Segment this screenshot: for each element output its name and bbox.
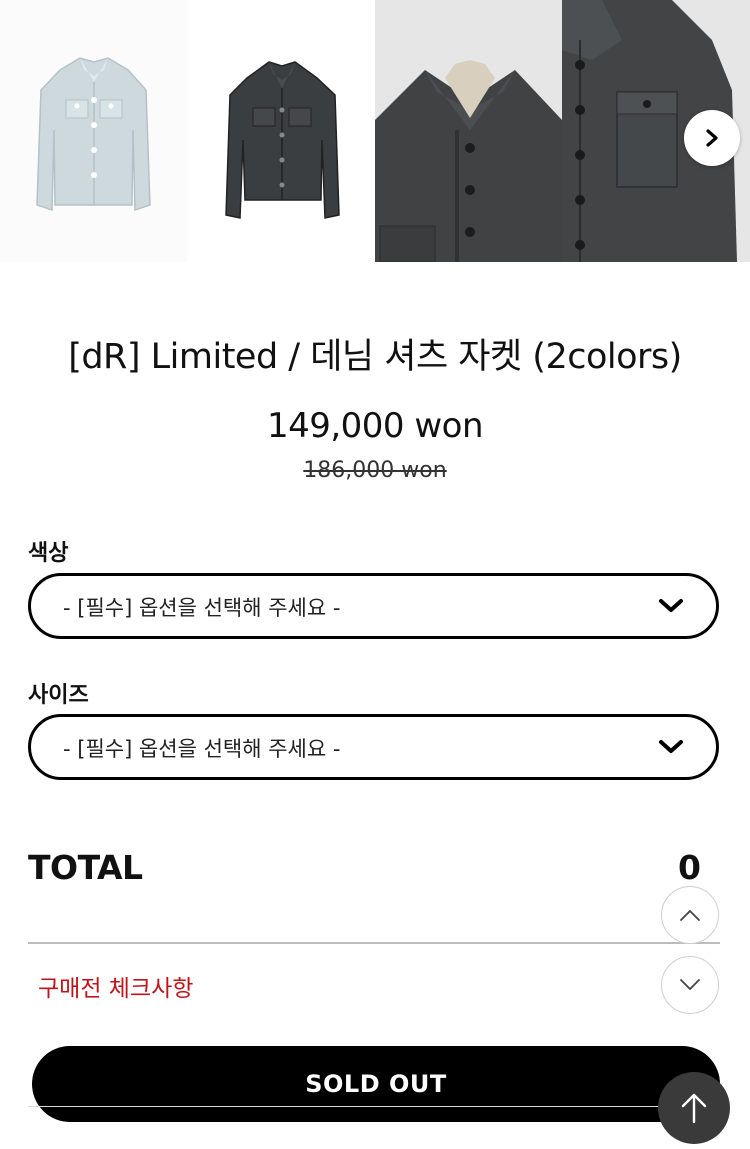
color-select-value: - [필수] 옵션을 선택해 주세요 - <box>63 596 341 620</box>
color-select[interactable]: - [필수] 옵션을 선택해 주세요 - <box>28 573 719 639</box>
arrow-up-icon <box>681 1093 707 1124</box>
scroll-up-button[interactable] <box>661 886 719 944</box>
gallery-image-charcoal-jacket-front[interactable] <box>187 0 375 262</box>
chevron-down-icon <box>680 979 700 990</box>
chevron-down-icon <box>659 740 683 753</box>
bottom-divider <box>28 1106 720 1107</box>
gallery-image-collar-detail[interactable] <box>375 0 562 262</box>
original-price: 186,000 won <box>303 458 447 483</box>
product-price: 149,000 won <box>266 406 484 446</box>
chevron-right-icon <box>706 129 718 147</box>
scroll-to-top-button[interactable] <box>658 1072 730 1144</box>
gallery-next-button[interactable] <box>684 110 740 166</box>
divider <box>28 942 720 944</box>
sold-out-button[interactable]: SOLD OUT <box>32 1046 720 1122</box>
option-label-size: 사이즈 <box>28 683 89 708</box>
size-select-value: - [필수] 옵션을 선택해 주세요 - <box>63 737 341 761</box>
scroll-down-button[interactable] <box>661 956 719 1014</box>
size-select[interactable]: - [필수] 옵션을 선택해 주세요 - <box>28 714 719 780</box>
chevron-down-icon <box>659 599 683 612</box>
product-gallery[interactable] <box>0 0 750 262</box>
total-value: 0 <box>678 848 701 887</box>
product-title: [dR] Limited / 데님 셔츠 자켓 (2colors) <box>68 337 682 377</box>
pre-purchase-checklist-toggle[interactable]: 구매전 체크사항 <box>38 969 193 1003</box>
gallery-image-light-blue-jacket[interactable] <box>0 0 187 262</box>
chevron-up-icon <box>680 910 700 921</box>
option-label-color: 색상 <box>28 541 69 566</box>
total-label: TOTAL <box>28 848 143 887</box>
